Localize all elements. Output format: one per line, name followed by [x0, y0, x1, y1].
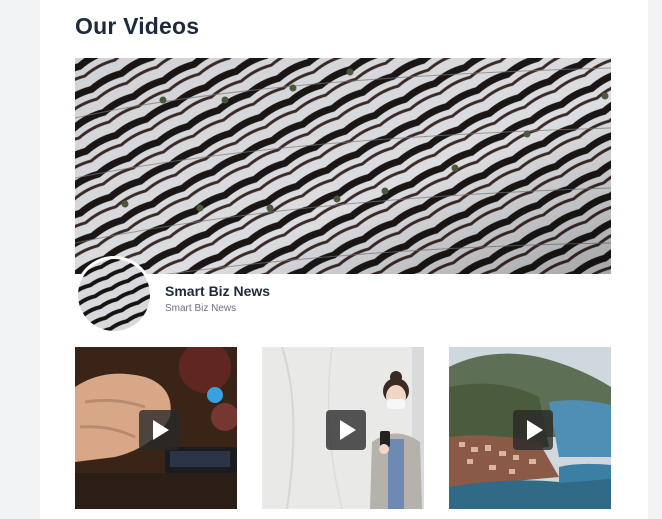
play-button[interactable]: [513, 410, 553, 450]
page-title: Our Videos: [75, 13, 200, 39]
video-gallery-section: Our Videos Smart Biz News Smart Biz News: [40, 0, 648, 519]
play-button[interactable]: [139, 410, 179, 450]
channel-avatar[interactable]: [75, 256, 153, 334]
play-icon: [153, 420, 169, 440]
play-button[interactable]: [326, 410, 366, 450]
video-thumbnail-1[interactable]: [75, 347, 237, 509]
channel-name[interactable]: Smart Biz News: [165, 283, 270, 299]
video-thumbnail-2[interactable]: [262, 347, 424, 509]
channel-banner: [75, 58, 611, 274]
play-icon: [340, 420, 356, 440]
play-icon: [527, 420, 543, 440]
channel-handle: Smart Biz News: [165, 303, 237, 314]
video-thumbnail-3[interactable]: [449, 347, 611, 509]
